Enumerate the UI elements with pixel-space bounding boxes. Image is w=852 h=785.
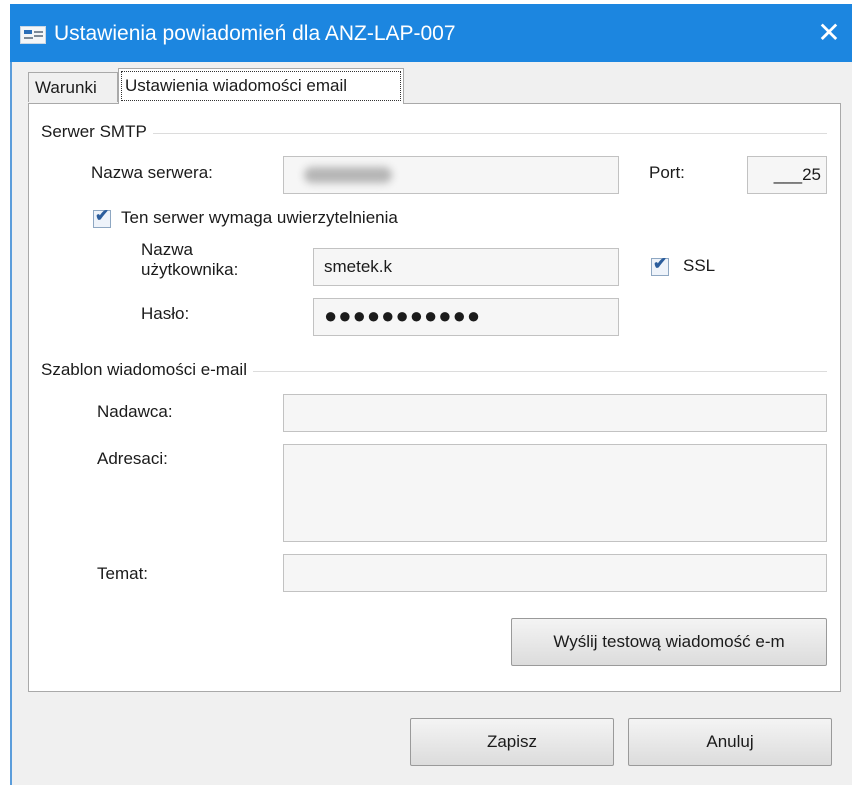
window-border xyxy=(10,62,12,785)
template-group-title: Szablon wiadomości e-mail xyxy=(41,360,253,380)
username-label: Nazwa użytkownika: xyxy=(141,240,239,279)
window-title: Ustawienia powiadomień dla ANZ-LAP-007 xyxy=(54,22,456,45)
notification-settings-dialog: Ustawienia powiadomień dla ANZ-LAP-007 ✕… xyxy=(10,4,852,785)
recipients-label: Adresaci: xyxy=(97,449,168,468)
smtp-group-divider xyxy=(41,133,827,134)
ssl-label: SSL xyxy=(683,256,716,275)
server-name-label: Nazwa serwera: xyxy=(91,163,213,182)
auth-required-checkbox[interactable]: ✔ xyxy=(93,206,111,228)
close-icon[interactable]: ✕ xyxy=(812,16,846,50)
smtp-group-title: Serwer SMTP xyxy=(41,122,153,142)
subject-input[interactable] xyxy=(283,554,827,592)
window-app-icon xyxy=(20,26,46,44)
password-label: Hasło: xyxy=(141,304,190,323)
tab-email-settings[interactable]: Ustawienia wiadomości email xyxy=(118,68,404,104)
ssl-checkbox[interactable]: ✔ xyxy=(651,254,669,276)
tab-warunki[interactable]: Warunki xyxy=(28,72,118,102)
subject-label: Temat: xyxy=(97,564,149,583)
checkmark-icon: ✔ xyxy=(95,206,110,225)
redacted-server-name xyxy=(304,167,392,183)
email-settings-panel: Serwer SMTP Nazwa serwera: Port: ___25 ✔… xyxy=(28,103,841,692)
sender-input[interactable] xyxy=(283,394,827,432)
auth-required-label: Ten serwer wymaga uwierzytelnienia xyxy=(121,208,398,227)
cancel-button[interactable]: Anuluj xyxy=(628,718,832,766)
port-input[interactable]: ___25 xyxy=(747,156,827,194)
sender-label: Nadawca: xyxy=(97,402,173,421)
checkmark-icon: ✔ xyxy=(653,254,668,273)
password-input[interactable]: ●●●●●●●●●●● xyxy=(313,298,619,336)
send-test-email-button[interactable]: Wyślij testową wiadomość e-m xyxy=(511,618,827,666)
username-input[interactable]: smetek.k xyxy=(313,248,619,286)
port-label: Port: xyxy=(649,163,685,182)
server-name-input[interactable] xyxy=(283,156,619,194)
title-bar: Ustawienia powiadomień dla ANZ-LAP-007 ✕ xyxy=(10,4,852,62)
save-button[interactable]: Zapisz xyxy=(410,718,614,766)
recipients-input[interactable] xyxy=(283,444,827,542)
